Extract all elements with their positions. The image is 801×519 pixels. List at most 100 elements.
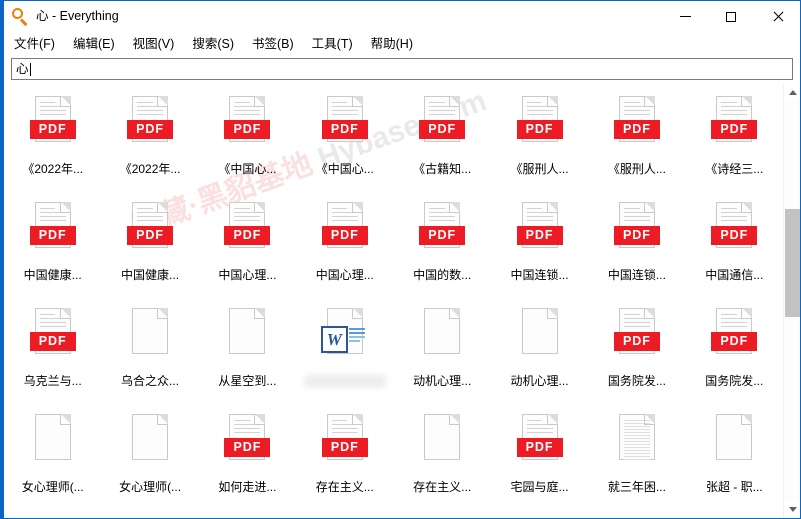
page-fold <box>157 202 169 213</box>
menu-item-search[interactable]: 搜索(S) <box>192 32 243 56</box>
text-file-icon <box>613 412 661 476</box>
file-item[interactable]: 存在主义... <box>394 408 491 514</box>
maximize-icon <box>726 11 736 22</box>
pdf-file-icon: PDF <box>321 94 369 158</box>
pdf-badge: PDF <box>321 120 368 139</box>
file-item-label: 国务院发... <box>607 374 666 388</box>
file-item[interactable]: PDF 中国通信... <box>686 196 783 302</box>
page-shape <box>132 308 169 354</box>
blank-file-icon <box>126 306 174 370</box>
scrollbar-thumb[interactable] <box>785 209 800 317</box>
menu-item-edit[interactable]: 编辑(E) <box>73 32 124 56</box>
file-item[interactable]: PDF 中国连锁... <box>588 196 685 302</box>
pdf-badge: PDF <box>127 120 174 139</box>
file-grid: PDF 《2022年... PDF 《2022年... PDF 《中国心... PDF 《中国… <box>4 84 783 518</box>
file-item[interactable]: 动机心理... <box>491 302 588 408</box>
file-item-label: 《服刑人... <box>510 162 569 176</box>
menu-item-tools[interactable]: 工具(T) <box>312 32 362 56</box>
pdf-file-icon: PDF <box>710 94 758 158</box>
file-item[interactable]: PDF 中国健康... <box>4 196 101 302</box>
file-item-label: 女心理师(... <box>119 480 182 494</box>
file-item[interactable]: PDF 存在主义... <box>296 408 393 514</box>
file-item-label: 乌克兰与... <box>23 374 82 388</box>
file-item[interactable]: 动机心理... <box>394 302 491 408</box>
file-item[interactable]: 乌合之众... <box>101 302 198 408</box>
file-item-label: 如何走进... <box>218 480 277 494</box>
file-item[interactable]: 女心理师(... <box>4 408 101 514</box>
scrollbar-track[interactable] <box>784 101 800 501</box>
file-item[interactable]: PDF 《2022年... <box>4 90 101 196</box>
maximize-button[interactable] <box>708 1 754 32</box>
window-controls <box>662 1 800 32</box>
search-input[interactable]: 心 <box>11 58 793 80</box>
file-item[interactable]: PDF 宅园与庭... <box>491 408 588 514</box>
pdf-badge: PDF <box>29 226 76 245</box>
page-fold <box>59 414 71 425</box>
file-item[interactable]: 从星空到... <box>199 302 296 408</box>
page-fold <box>546 96 558 107</box>
file-item-label: 张超 - 职... <box>705 480 763 494</box>
file-item[interactable]: PDF 中国健康... <box>101 196 198 302</box>
file-item[interactable]: PDF 中国的数... <box>394 196 491 302</box>
file-item[interactable]: PDF 《诗经三... <box>686 90 783 196</box>
file-item[interactable]: PDF 《中国心... <box>296 90 393 196</box>
file-item[interactable]: PDF 如何走进... <box>199 408 296 514</box>
file-item-label: 中国的数... <box>413 268 472 282</box>
page-shape <box>716 414 753 460</box>
close-button[interactable] <box>754 1 800 32</box>
file-item[interactable]: 张超 - 职... <box>686 408 783 514</box>
file-item-label: 《2022年... <box>119 162 181 176</box>
file-item[interactable]: PDF 《服刑人... <box>491 90 588 196</box>
file-item[interactable]: 就三年困... <box>588 408 685 514</box>
pdf-badge: PDF <box>613 332 660 351</box>
minimize-button[interactable] <box>662 1 708 32</box>
pdf-badge: PDF <box>419 226 466 245</box>
pdf-badge: PDF <box>29 120 76 139</box>
pdf-badge: PDF <box>711 332 758 351</box>
vertical-scrollbar[interactable] <box>783 84 800 518</box>
file-item[interactable]: PDF 国务院发... <box>588 302 685 408</box>
word-text-lines <box>348 328 365 344</box>
file-item[interactable]: PDF 中国连锁... <box>491 196 588 302</box>
menu-item-bookmarks[interactable]: 书签(B) <box>252 32 303 56</box>
file-item[interactable]: PDF 乌克兰与... <box>4 302 101 408</box>
page-fold <box>449 202 461 213</box>
file-item-label: 中国连锁... <box>607 268 666 282</box>
pdf-badge: PDF <box>127 226 174 245</box>
scroll-down-button[interactable] <box>784 501 800 518</box>
file-item[interactable]: PDF 中国心理... <box>296 196 393 302</box>
file-item-label: 《古籍知... <box>413 162 472 176</box>
page-fold <box>157 308 169 319</box>
blank-file-icon <box>223 306 271 370</box>
page-fold <box>643 96 655 107</box>
menu-item-view[interactable]: 视图(V) <box>133 32 184 56</box>
file-item[interactable]: PDF 《2022年... <box>101 90 198 196</box>
page-shape <box>424 414 461 460</box>
page-fold <box>546 414 558 425</box>
file-item[interactable]: PDF 《古籍知... <box>394 90 491 196</box>
file-item[interactable]: PDF 《服刑人... <box>588 90 685 196</box>
file-item[interactable]: 女心理师(... <box>101 408 198 514</box>
text-caret <box>29 62 31 76</box>
menu-bar: 文件(F) 编辑(E) 视图(V) 搜索(S) 书签(B) 工具(T) 帮助(H… <box>4 32 800 56</box>
pdf-file-icon: PDF <box>418 200 466 264</box>
page-fold <box>643 202 655 213</box>
pdf-badge: PDF <box>516 120 563 139</box>
file-item-label: 《中国心... <box>218 162 277 176</box>
menu-item-help[interactable]: 帮助(H) <box>371 32 422 56</box>
file-item[interactable]: PDF 中国心理... <box>199 196 296 302</box>
file-item[interactable]: W <box>296 302 393 408</box>
page-fold <box>351 308 363 319</box>
pdf-file-icon: PDF <box>29 94 77 158</box>
menu-item-file[interactable]: 文件(F) <box>14 32 64 56</box>
page-shape <box>229 308 266 354</box>
pdf-badge: PDF <box>224 438 271 457</box>
pdf-file-icon: PDF <box>710 200 758 264</box>
file-item[interactable]: PDF 国务院发... <box>686 302 783 408</box>
pdf-file-icon: PDF <box>613 94 661 158</box>
page-shape <box>34 414 71 460</box>
scroll-up-button[interactable] <box>784 84 800 101</box>
file-item[interactable]: PDF 《中国心... <box>199 90 296 196</box>
file-item-label <box>303 374 386 387</box>
page-fold <box>254 202 266 213</box>
